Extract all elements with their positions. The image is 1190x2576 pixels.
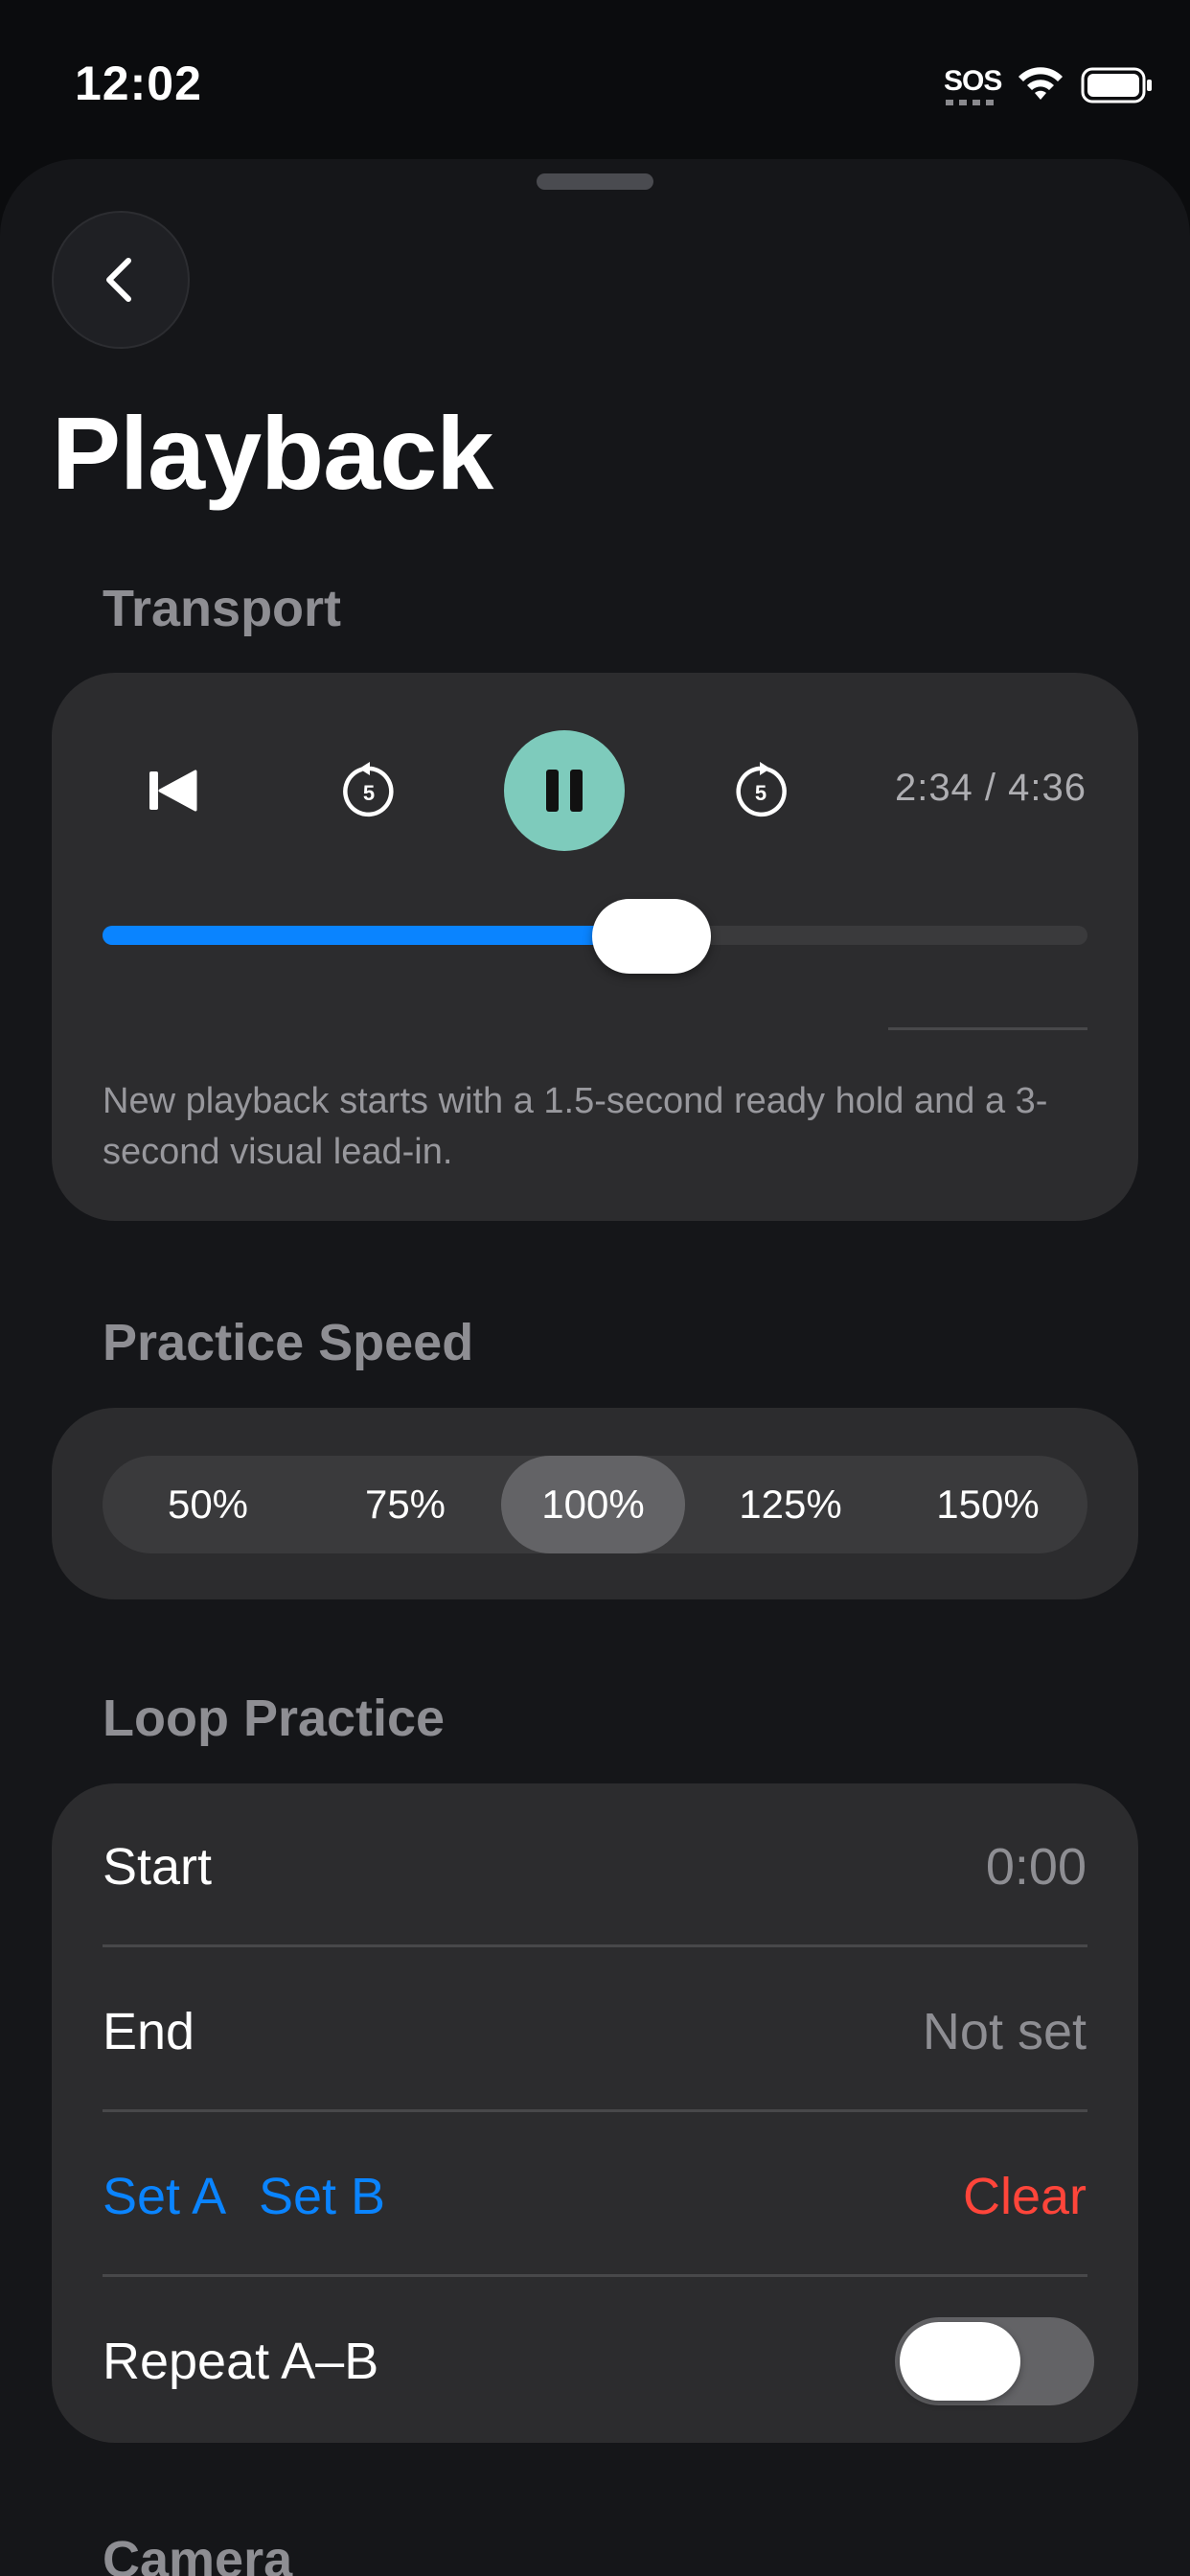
practice-speed-section-header: Practice Speed bbox=[103, 1314, 474, 1371]
speed-option-50[interactable]: 50% bbox=[116, 1456, 300, 1553]
pause-button[interactable] bbox=[504, 730, 625, 851]
pause-icon bbox=[546, 770, 583, 812]
repeat-ab-label: Repeat A–B bbox=[103, 2333, 379, 2390]
page-title: Playback bbox=[52, 395, 493, 511]
loop-end-value: Not set bbox=[922, 2003, 1087, 2060]
speed-option-150[interactable]: 150% bbox=[896, 1456, 1080, 1553]
signal-dots-icon bbox=[946, 100, 995, 105]
speed-option-75[interactable]: 75% bbox=[313, 1456, 497, 1553]
skip-to-start-icon bbox=[149, 770, 197, 812]
time-readout: 2:34 / 4:36 bbox=[894, 767, 1087, 809]
battery-icon bbox=[1081, 67, 1152, 104]
row-divider bbox=[103, 2274, 1087, 2277]
back-button[interactable] bbox=[52, 211, 190, 349]
row-divider bbox=[103, 2109, 1087, 2112]
forward-seconds-label: 5 bbox=[755, 781, 767, 805]
transport-section-header: Transport bbox=[103, 580, 342, 637]
loop-practice-section-header: Loop Practice bbox=[103, 1690, 446, 1747]
playback-slider-fill bbox=[103, 926, 652, 945]
repeat-ab-toggle[interactable] bbox=[895, 2317, 1094, 2405]
loop-start-label: Start bbox=[103, 1838, 213, 1896]
status-bar: 12:02 SOS bbox=[0, 0, 1190, 153]
rewind-5-button[interactable]: 5 bbox=[331, 752, 407, 829]
loop-start-value: 0:00 bbox=[985, 1838, 1087, 1896]
camera-section-header: Camera bbox=[103, 2531, 293, 2576]
divider bbox=[888, 1027, 1087, 1030]
set-b-button[interactable]: Set B bbox=[259, 2167, 385, 2226]
speed-segmented-control: 50% 75% 100% 125% 150% bbox=[103, 1456, 1087, 1553]
sheet-grabber[interactable] bbox=[537, 173, 653, 190]
forward-5-icon: 5 bbox=[736, 762, 787, 817]
forward-5-button[interactable]: 5 bbox=[722, 752, 799, 829]
clear-button[interactable]: Clear bbox=[963, 2167, 1087, 2226]
sos-indicator: SOS bbox=[944, 65, 1002, 97]
row-divider bbox=[103, 1944, 1087, 1947]
set-a-button[interactable]: Set A bbox=[103, 2167, 226, 2226]
transport-note: New playback starts with a 1.5-second re… bbox=[103, 1081, 1048, 1172]
playback-slider-thumb[interactable] bbox=[591, 899, 711, 974]
wifi-icon bbox=[1018, 67, 1063, 100]
toggle-knob bbox=[900, 2322, 1020, 2401]
loop-end-label: End bbox=[103, 2003, 195, 2060]
status-time: 12:02 bbox=[75, 57, 202, 110]
playback-screen: 12:02 SOS Playback Transport 5 5 2:34 / … bbox=[0, 0, 1190, 2576]
speed-option-100[interactable]: 100% bbox=[501, 1456, 685, 1553]
speed-option-125[interactable]: 125% bbox=[698, 1456, 882, 1553]
chevron-left-icon bbox=[106, 258, 131, 302]
rewind-seconds-label: 5 bbox=[363, 781, 375, 805]
rewind-5-icon: 5 bbox=[343, 762, 394, 817]
skip-to-start-button[interactable] bbox=[134, 757, 211, 824]
